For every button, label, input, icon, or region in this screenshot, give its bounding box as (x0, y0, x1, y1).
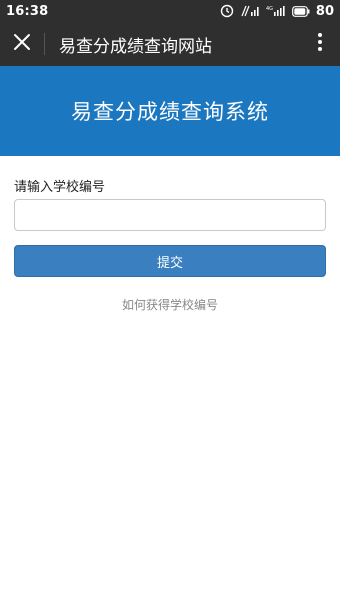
school-code-input[interactable] (14, 199, 326, 231)
close-icon (13, 33, 31, 55)
alarm-icon (220, 4, 234, 18)
more-vert-icon (317, 32, 323, 56)
school-code-label: 请输入学校编号 (14, 180, 106, 195)
battery-icon (292, 5, 310, 17)
nav-bar: 易查分成绩查询网站 (0, 22, 340, 66)
hero-banner: 易查分成绩查询系统 (0, 66, 340, 156)
submit-button[interactable]: 提交 (14, 245, 326, 277)
nav-title: 易查分成绩查询网站 (59, 36, 212, 57)
close-button[interactable] (0, 22, 44, 66)
signal-4g-icon: 4G (266, 5, 286, 17)
status-bar: 16:38 4G 80 (0, 0, 340, 22)
nav-divider (44, 33, 45, 55)
more-menu-button[interactable] (300, 22, 340, 66)
status-icons: 4G 80 (220, 4, 334, 19)
svg-text:4G: 4G (266, 6, 273, 12)
battery-level: 80 (315, 3, 334, 19)
signal-hd-icon (240, 5, 260, 17)
status-time: 16:38 (6, 3, 49, 19)
help-link[interactable]: 如何获得学校编号 (0, 296, 340, 313)
hero-title: 易查分成绩查询系统 (71, 100, 269, 124)
